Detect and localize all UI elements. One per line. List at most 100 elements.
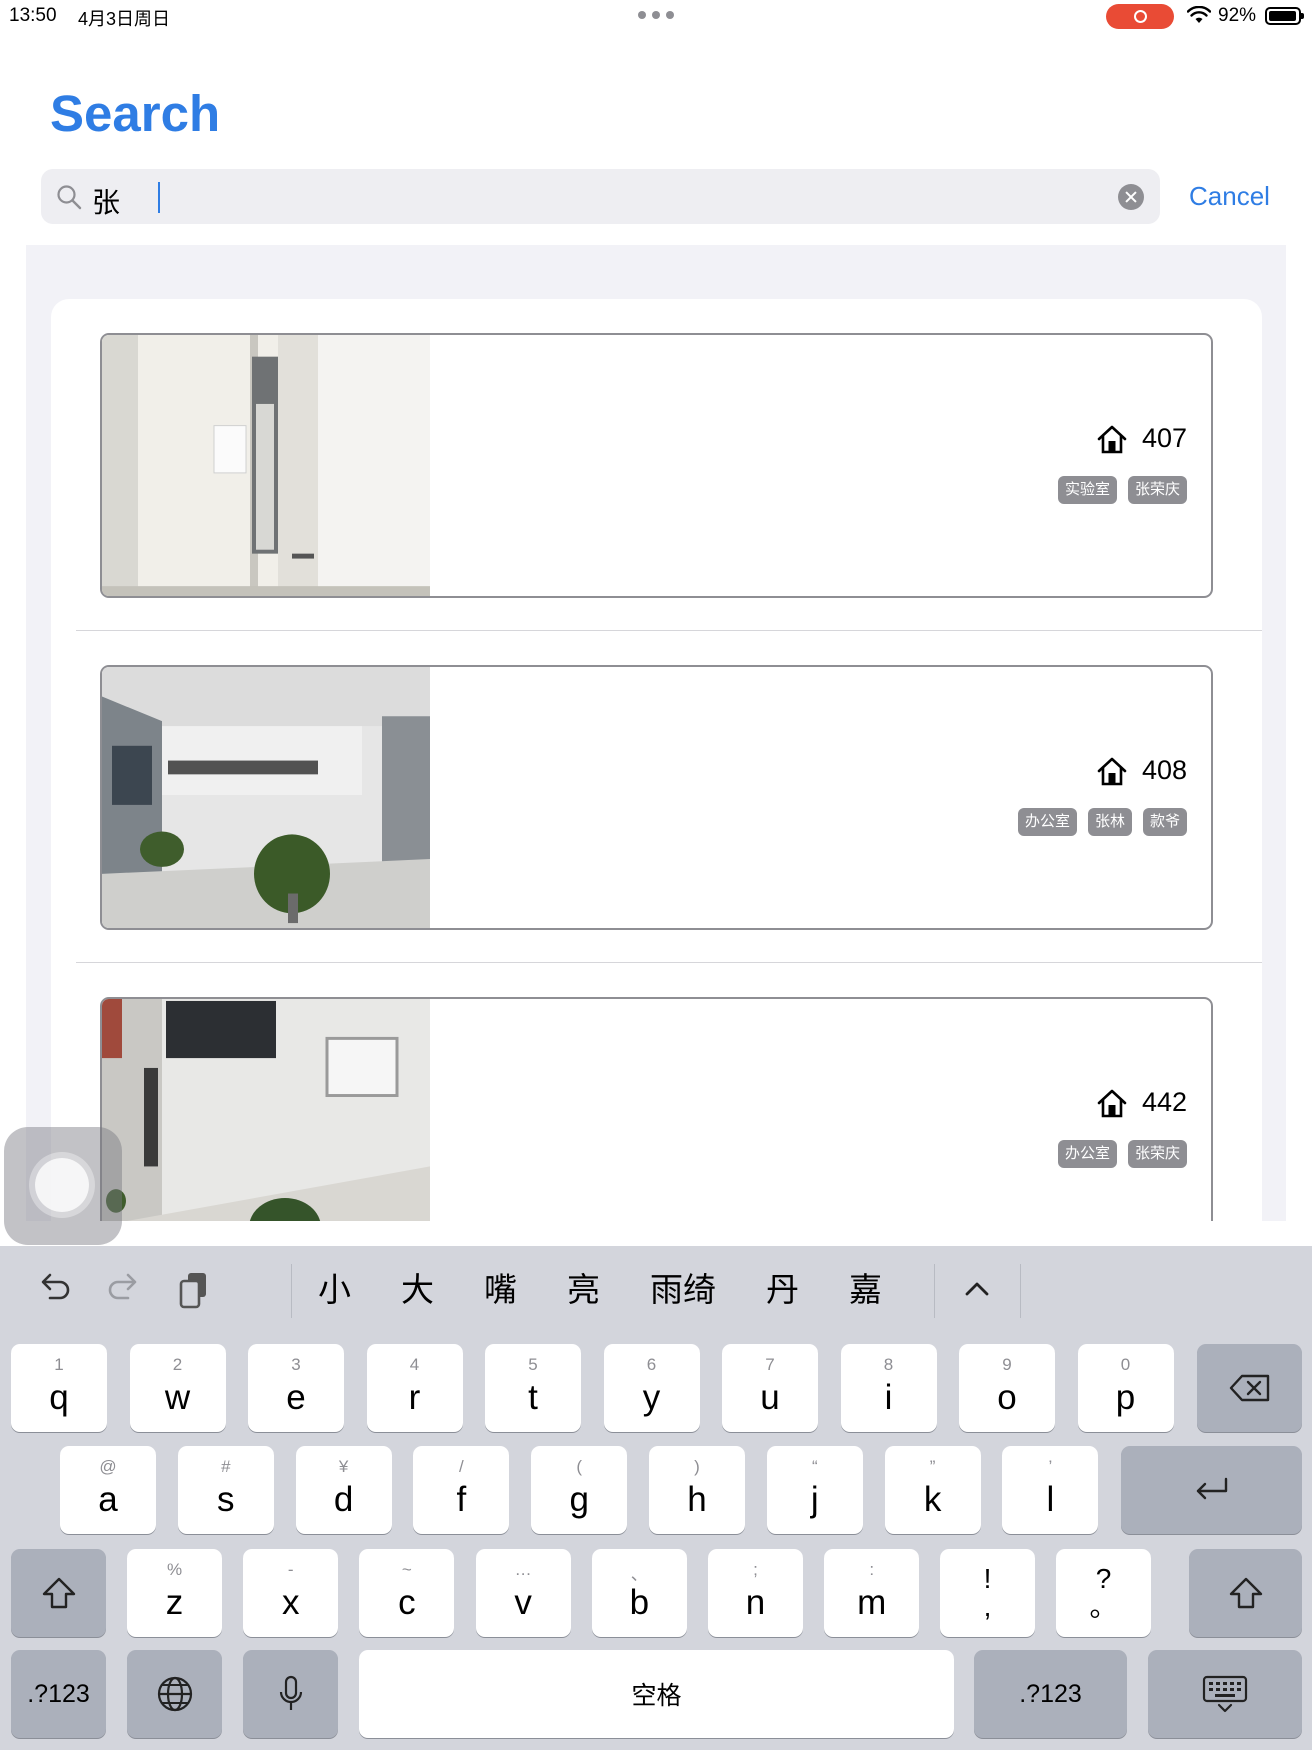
- key-label: j: [810, 1480, 819, 1519]
- key-m[interactable]: :m: [824, 1549, 920, 1637]
- globe-key[interactable]: [127, 1650, 222, 1738]
- key-z[interactable]: % z: [127, 1549, 222, 1637]
- key-label: s: [217, 1480, 235, 1519]
- key-l[interactable]: ’ l: [1002, 1446, 1099, 1534]
- results-list: 407 实验室 张荣庆 408 办公室 张林 款爷 442 办公室 张荣庆: [51, 299, 1262, 1221]
- key-label: u: [760, 1378, 780, 1417]
- key-f[interactable]: / f: [413, 1446, 510, 1534]
- backspace-key[interactable]: [1197, 1344, 1302, 1432]
- microphone-key[interactable]: [243, 1650, 338, 1738]
- key-hint: 、: [630, 1565, 648, 1584]
- key-n[interactable]: ; n: [708, 1549, 803, 1637]
- room-card-407[interactable]: 407 实验室 张荣庆: [100, 333, 1213, 598]
- undo-icon[interactable]: [36, 1270, 72, 1306]
- clear-icon[interactable]: [1118, 184, 1144, 210]
- tag: 办公室: [1057, 1140, 1117, 1168]
- redo-icon[interactable]: [106, 1270, 142, 1306]
- key-label: a: [98, 1480, 118, 1519]
- shift-key-right[interactable]: [1189, 1549, 1302, 1637]
- key-hint: ’: [1048, 1457, 1053, 1476]
- key-v[interactable]: … v: [475, 1549, 571, 1637]
- search-input[interactable]: 张: [41, 169, 1160, 224]
- key-a[interactable]: @ a: [60, 1446, 156, 1534]
- key-label: r: [408, 1378, 421, 1417]
- status-date: 4月3日周日: [78, 9, 171, 29]
- chevron-up-icon[interactable]: [962, 1274, 992, 1302]
- key-hint: 2: [172, 1355, 183, 1374]
- key-hint: 6: [646, 1355, 657, 1374]
- microphone-icon: [279, 1675, 302, 1710]
- return-key[interactable]: [1121, 1446, 1302, 1534]
- tag: 实验室: [1057, 476, 1117, 504]
- tag-row: 办公室 张林 款爷: [1017, 808, 1187, 836]
- key-label: i: [884, 1378, 893, 1417]
- candidate[interactable]: 嘉: [849, 1268, 882, 1312]
- key-b[interactable]: 、 b: [591, 1549, 687, 1637]
- key-label: y: [642, 1378, 661, 1417]
- candidate[interactable]: 亮: [567, 1268, 600, 1312]
- punct-bottom: 。: [1089, 1591, 1118, 1622]
- key-hint: “: [811, 1457, 818, 1476]
- key-label: e: [286, 1378, 306, 1417]
- key-e[interactable]: 3e: [248, 1344, 344, 1432]
- candidate[interactable]: 嘴: [484, 1268, 517, 1312]
- key-h[interactable]: ) h: [649, 1446, 745, 1534]
- clipboard-icon[interactable]: [176, 1270, 212, 1310]
- more-dots-icon[interactable]: [638, 5, 674, 25]
- key-t[interactable]: 5t: [485, 1344, 581, 1432]
- key-s[interactable]: # s: [177, 1446, 274, 1534]
- screen-record-icon[interactable]: [1106, 4, 1174, 29]
- key-hint: 4: [409, 1355, 420, 1374]
- numbers-key-right[interactable]: .?123: [974, 1650, 1127, 1738]
- room-card-408[interactable]: 408 办公室 张林 款爷: [100, 665, 1213, 930]
- key-hint: -: [287, 1560, 294, 1579]
- key-label: q: [49, 1378, 69, 1417]
- key-g[interactable]: (g: [531, 1446, 628, 1534]
- key-d[interactable]: ¥ d: [295, 1446, 392, 1534]
- room-number-label: 407: [1141, 423, 1187, 453]
- cancel-button[interactable]: Cancel: [1189, 181, 1270, 212]
- room-number: 408: [1096, 755, 1187, 786]
- tag-row: 办公室 张荣庆: [1057, 1140, 1187, 1168]
- room-number: 407: [1096, 423, 1187, 454]
- space-key[interactable]: 空格: [359, 1650, 954, 1738]
- key-label: v: [514, 1583, 532, 1622]
- key-hint: …: [514, 1560, 532, 1579]
- key-w[interactable]: 2w: [129, 1344, 226, 1432]
- key-y[interactable]: 6y: [603, 1344, 700, 1432]
- key-label: c: [398, 1583, 416, 1622]
- wifi-icon: [1187, 6, 1211, 23]
- toolbar-divider: [1020, 1264, 1021, 1318]
- battery-icon: [1265, 7, 1304, 25]
- key-k[interactable]: ” k: [884, 1446, 981, 1534]
- candidate[interactable]: 丹: [766, 1268, 799, 1312]
- shift-icon: [1229, 1577, 1262, 1609]
- key-hint: 9: [1002, 1355, 1012, 1374]
- key-u[interactable]: 7u: [722, 1344, 818, 1432]
- key-p[interactable]: 0p: [1077, 1344, 1174, 1432]
- candidate[interactable]: 小: [318, 1268, 351, 1312]
- key-hint: 5: [528, 1355, 538, 1374]
- row-divider: [76, 630, 1262, 631]
- key-c[interactable]: ~ c: [359, 1549, 455, 1637]
- keyboard-dismiss-key[interactable]: [1148, 1650, 1302, 1738]
- punctuation-key[interactable]: ?。: [1056, 1549, 1151, 1637]
- assistive-touch-button[interactable]: [4, 1127, 122, 1245]
- key-i[interactable]: 8i: [840, 1344, 937, 1432]
- key-hint: 3: [291, 1355, 301, 1374]
- key-r[interactable]: 4r: [366, 1344, 463, 1432]
- key-j[interactable]: “j: [766, 1446, 863, 1534]
- key-label: m: [857, 1583, 887, 1622]
- key-hint: #: [221, 1457, 231, 1476]
- shift-key-left[interactable]: [11, 1549, 106, 1637]
- candidate[interactable]: 雨绮: [650, 1268, 716, 1312]
- battery-percentage: 92%: [1218, 5, 1257, 26]
- key-q[interactable]: 1q: [11, 1344, 107, 1432]
- room-number: 442: [1096, 1087, 1187, 1118]
- room-card-442[interactable]: 442 办公室 张荣庆: [100, 997, 1213, 1221]
- key-o[interactable]: 9o: [959, 1344, 1055, 1432]
- key-x[interactable]: -x: [243, 1549, 339, 1637]
- numbers-key-left[interactable]: .?123: [11, 1650, 106, 1738]
- punctuation-key[interactable]: !,: [940, 1549, 1035, 1637]
- candidate[interactable]: 大: [401, 1268, 434, 1312]
